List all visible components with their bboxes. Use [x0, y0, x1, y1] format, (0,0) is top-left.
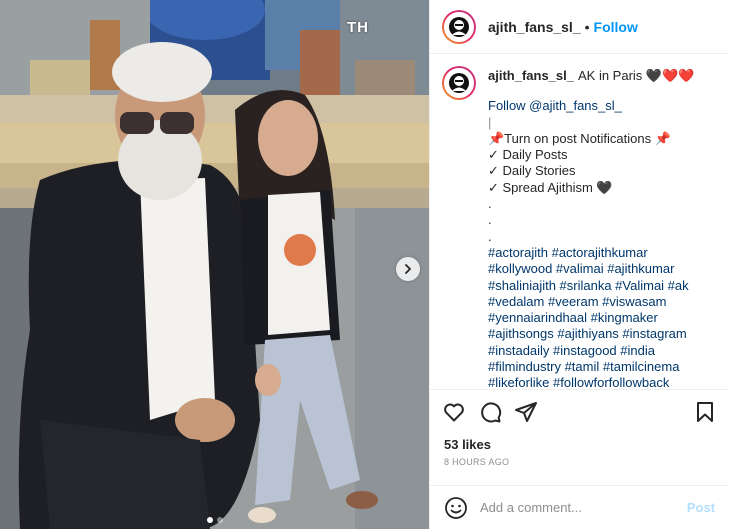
post-details-panel: ajith_fans_sl_ • Follow ajith_fans_sl_ AK… [429, 0, 729, 529]
action-bar [430, 389, 729, 433]
instagram-post: TH ajith_fans_sl_ • Follow ajith_fans_sl… [0, 0, 729, 529]
caption-text: ajith_fans_sl_ AK in Paris 🖤❤️❤️ Follow @… [488, 66, 717, 389]
carousel-indicator [0, 517, 429, 523]
header-username[interactable]: ajith_fans_sl_ [488, 19, 581, 35]
caption-line: ✓ Spread Ajithism 🖤 [488, 179, 613, 195]
caption-line: . [488, 228, 492, 244]
profile-face-icon [449, 16, 469, 37]
hashtag-line[interactable]: #kollywood #valimai #ajithkumar [488, 261, 717, 277]
avatar[interactable] [442, 9, 476, 44]
carousel-dot-active [206, 517, 213, 523]
bookmark-icon[interactable] [693, 400, 717, 424]
photo-scene [0, 0, 429, 529]
caption-section: ajith_fans_sl_ AK in Paris 🖤❤️❤️ Follow @… [430, 54, 729, 389]
hashtag-line[interactable]: #likeforlike #followforfollowback [488, 375, 717, 389]
hashtag-line[interactable]: #yennaiarindhaal #kingmaker [488, 310, 717, 326]
caption-line: Follow @ajith_fans_sl_ [488, 98, 622, 114]
post-header: ajith_fans_sl_ • Follow [430, 0, 729, 54]
profile-face-icon [449, 73, 469, 93]
caption-line: ✓ Daily Stories [488, 163, 576, 179]
hashtag-line[interactable]: #filmindustry #tamil #tamilcinema [488, 359, 717, 375]
caption-line: . [488, 196, 492, 212]
post-timestamp[interactable]: 8 HOURS AGO [430, 453, 729, 477]
header-separator: • [584, 18, 590, 35]
add-comment-bar: Post [430, 485, 729, 529]
like-heart-icon[interactable] [442, 400, 466, 424]
caption-username[interactable]: ajith_fans_sl_ [488, 68, 574, 83]
likes-count[interactable]: 53 likes [430, 433, 729, 453]
post-comment-button[interactable]: Post [687, 500, 715, 515]
comment-input[interactable] [480, 500, 687, 515]
hashtag-line[interactable]: #actorajith #actorajithkumar [488, 245, 717, 261]
carousel-dot [216, 517, 223, 523]
caption-line: ✓ Daily Posts [488, 147, 568, 163]
emoji-icon[interactable] [444, 496, 468, 520]
carousel-next-button[interactable] [396, 257, 420, 281]
hashtag-list: #actorajith #actorajithkumar #kollywood … [488, 245, 717, 389]
hashtag-line[interactable]: #shaliniajith #srilanka #Valimai #ak [488, 278, 717, 294]
caption-avatar[interactable] [442, 66, 476, 100]
chevron-right-icon [405, 264, 411, 274]
hashtag-line[interactable]: #ajithsongs #ajithiyans #instagram [488, 326, 717, 342]
hashtag-line[interactable]: #vedalam #veeram #viswasam [488, 294, 717, 310]
hashtag-line[interactable]: #instadaily #instagood #india [488, 343, 717, 359]
post-photo[interactable]: TH [0, 0, 429, 529]
caption-line: . [488, 212, 492, 228]
share-icon[interactable] [514, 400, 538, 424]
caption-line: Follow @ajith_fans_sl_ [488, 98, 717, 114]
photo-watermark: TH [347, 19, 369, 36]
comment-icon[interactable] [478, 400, 502, 424]
caption-line: | [488, 114, 492, 130]
caption-line: 📌Turn on post Notifications 📌 [488, 130, 671, 146]
follow-button[interactable]: Follow [594, 19, 638, 35]
caption-title: AK in Paris 🖤❤️❤️ [578, 68, 695, 83]
